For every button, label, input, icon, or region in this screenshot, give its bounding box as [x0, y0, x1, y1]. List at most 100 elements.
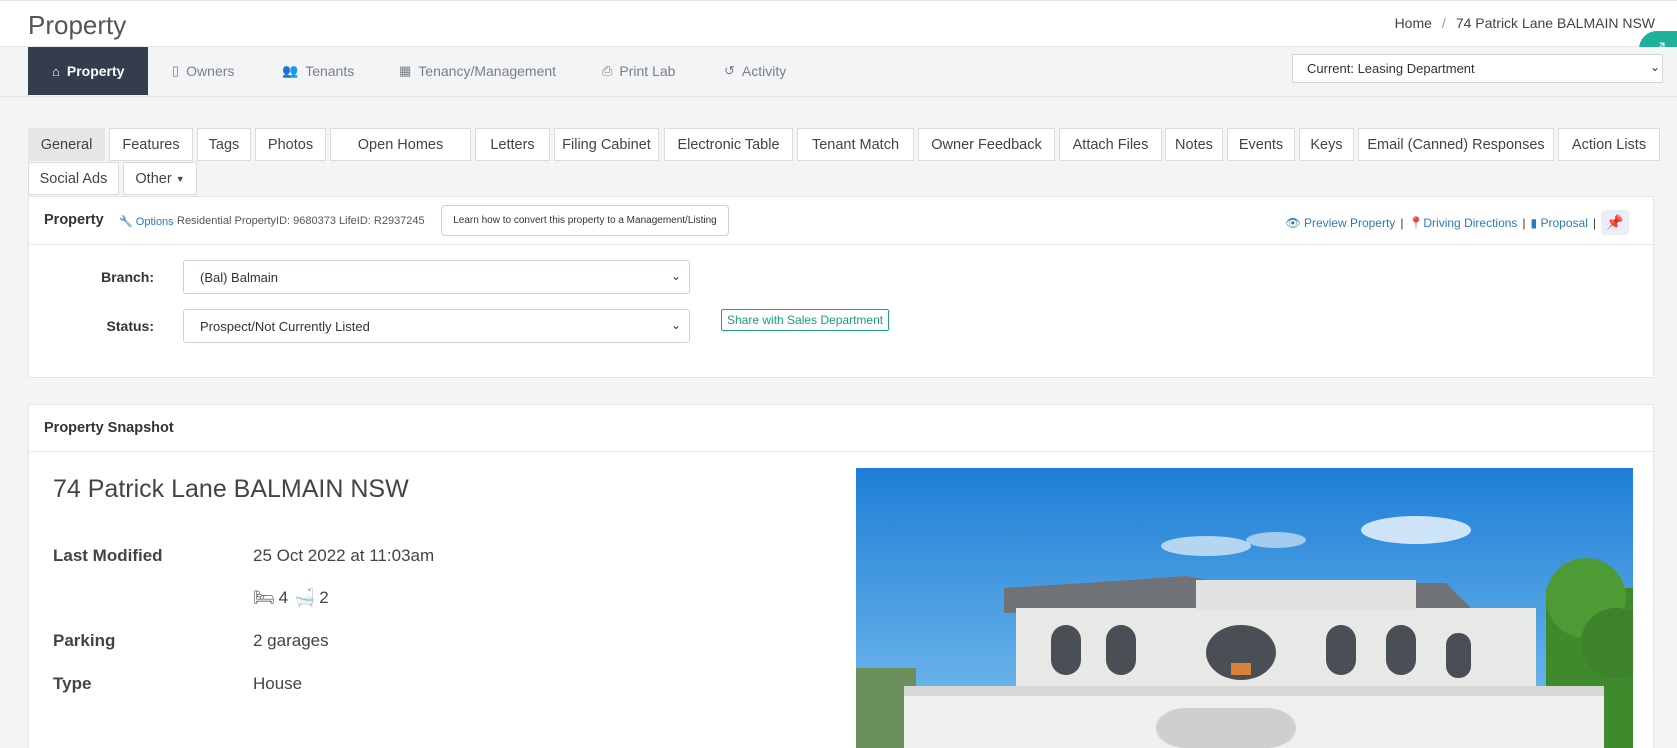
breadcrumb: Home / 74 Patrick Lane BALMAIN NSW [1395, 15, 1655, 31]
page-title: Property [28, 10, 127, 40]
property-address: 74 Patrick Lane BALMAIN NSW [53, 475, 409, 503]
breadcrumb-home[interactable]: Home [1395, 15, 1432, 31]
tab-electronic-table[interactable]: Electronic Table [664, 128, 793, 161]
nav-label: Tenants [305, 63, 355, 79]
branch-label: Branch: [101, 269, 154, 285]
nav-owners[interactable]: ▯ Owners [148, 47, 258, 95]
tab-label: Tags [208, 136, 240, 153]
pin-icon: 📌 [1606, 214, 1624, 230]
tab-label: Tenant Match [811, 136, 900, 153]
eye-icon: 👁 [1285, 215, 1301, 230]
options-label: Options [135, 216, 174, 228]
bathroom-count: 2 [319, 588, 329, 607]
nav-property[interactable]: ⌂ Property [28, 47, 148, 95]
tab-email-canned-responses[interactable]: Email (Canned) Responses [1358, 128, 1554, 161]
breadcrumb-separator: / [1441, 15, 1446, 31]
status-value: Prospect/Not Currently Listed [200, 319, 370, 334]
tab-label: Other [135, 170, 172, 187]
type-label: Type [53, 674, 92, 693]
room-counts: 🛏 4 🛁 2 [253, 588, 329, 608]
branch-value: (Bal) Balmain [200, 270, 279, 285]
parking-value: 2 garages [253, 631, 329, 650]
tab-events[interactable]: Events [1227, 128, 1295, 161]
property-meta: Residential PropertyID: 9680373 LifeID: … [177, 215, 425, 227]
tab-tags[interactable]: Tags [197, 128, 251, 161]
document-icon: ▮ [1530, 215, 1538, 230]
tab-label: Features [122, 136, 180, 153]
share-sales-button[interactable]: Share with Sales Department [721, 309, 890, 331]
calculator-icon: ▦ [399, 63, 412, 78]
tab-label: Action Lists [1571, 136, 1647, 153]
link-label: Driving Directions [1423, 215, 1518, 230]
users-icon: 👥 [282, 63, 299, 78]
tab-label: Owner Feedback [931, 136, 1042, 153]
tab-label: Filing Cabinet [562, 136, 651, 153]
pin-button[interactable]: 📌 [1601, 210, 1629, 235]
tab-label: Electronic Table [677, 136, 780, 153]
status-select[interactable]: Prospect/Not Currently Listed ⌄ [183, 309, 690, 343]
parking-label: Parking [53, 631, 116, 650]
last-modified-value: 25 Oct 2022 at 11:03am [253, 546, 435, 565]
tab-attach-files[interactable]: Attach Files [1059, 128, 1162, 161]
branch-select[interactable]: (Bal) Balmain ⌄ [183, 260, 690, 294]
property-panel-header: Property 🔧 Options Residential PropertyI… [29, 197, 1653, 245]
file-icon: ▯ [172, 63, 180, 78]
nav-activity[interactable]: ↺ Activity [700, 47, 810, 95]
nav-label: Print Lab [619, 63, 676, 79]
property-links: 👁 Preview Property | 📍Driving Directions… [1285, 210, 1629, 235]
tab-letters[interactable]: Letters [475, 128, 550, 161]
nav-print-lab[interactable]: ⎙ Print Lab [578, 47, 699, 95]
tab-label: Social Ads [39, 170, 108, 187]
nav-label: Property [66, 63, 125, 79]
tab-label: Keys [1310, 136, 1343, 153]
tab-action-lists[interactable]: Action Lists [1558, 128, 1660, 161]
preview-property-link[interactable]: 👁 Preview Property [1285, 216, 1395, 230]
tab-open-homes[interactable]: Open Homes [330, 128, 471, 161]
tab-label: Photos [267, 136, 314, 153]
link-label: Preview Property [1303, 215, 1396, 230]
department-select[interactable]: Current: Leasing Department ⌄ [1292, 54, 1663, 83]
top-header: Property Home / 74 Patrick Lane BALMAIN … [0, 0, 1677, 47]
tab-other[interactable]: Other ▼ [123, 162, 197, 195]
link-label: Proposal [1540, 215, 1588, 230]
bed-icon: 🛏 [253, 588, 275, 607]
learn-convert-button[interactable]: Learn how to convert this property to a … [441, 205, 729, 236]
nav-tenants[interactable]: 👥 Tenants [258, 47, 378, 95]
nav-tenancy-management[interactable]: ▦ Tenancy/Management [375, 47, 580, 95]
driving-directions-link[interactable]: 📍Driving Directions [1408, 216, 1517, 230]
panel-title: Property [44, 212, 104, 228]
caret-down-icon: ▼ [175, 173, 185, 184]
divider: | [1522, 215, 1526, 230]
breadcrumb-current: 74 Patrick Lane BALMAIN NSW [1455, 15, 1655, 31]
divider: | [1400, 215, 1404, 230]
proposal-link[interactable]: ▮ Proposal [1531, 216, 1588, 230]
type-value: House [253, 674, 303, 693]
tab-features[interactable]: Features [109, 128, 193, 161]
main-nav: ⌂ Property ▯ Owners 👥 Tenants ▦ Tenancy/… [0, 47, 1677, 97]
divider: | [1592, 215, 1596, 230]
bath-icon: 🛁 [294, 588, 316, 607]
tab-label: Letters [490, 136, 535, 153]
nav-label: Activity [741, 63, 787, 79]
property-photo [856, 468, 1633, 748]
bedroom-count: 4 [278, 588, 289, 607]
options-link[interactable]: 🔧 Options [119, 215, 174, 228]
tab-label: Events [1238, 136, 1284, 153]
tab-general[interactable]: General [28, 128, 105, 161]
tab-filing-cabinet[interactable]: Filing Cabinet [554, 128, 659, 161]
tab-notes[interactable]: Notes [1165, 128, 1223, 161]
status-label: Status: [106, 318, 154, 334]
tab-keys[interactable]: Keys [1299, 128, 1354, 161]
tab-tenant-match[interactable]: Tenant Match [797, 128, 914, 161]
map-marker-icon: 📍 [1408, 215, 1424, 230]
tab-photos[interactable]: Photos [255, 128, 326, 161]
chevron-down-icon: ⌄ [670, 318, 681, 332]
status-row: Status: [28, 309, 154, 343]
last-modified-label: Last Modified [53, 546, 163, 565]
tab-social-ads[interactable]: Social Ads [28, 162, 119, 195]
tab-owner-feedback[interactable]: Owner Feedback [918, 128, 1055, 161]
nav-label: Owners [186, 63, 235, 79]
tab-label: Notes [1175, 136, 1213, 153]
tab-label: General [40, 136, 93, 153]
snapshot-title: Property Snapshot [44, 420, 174, 436]
